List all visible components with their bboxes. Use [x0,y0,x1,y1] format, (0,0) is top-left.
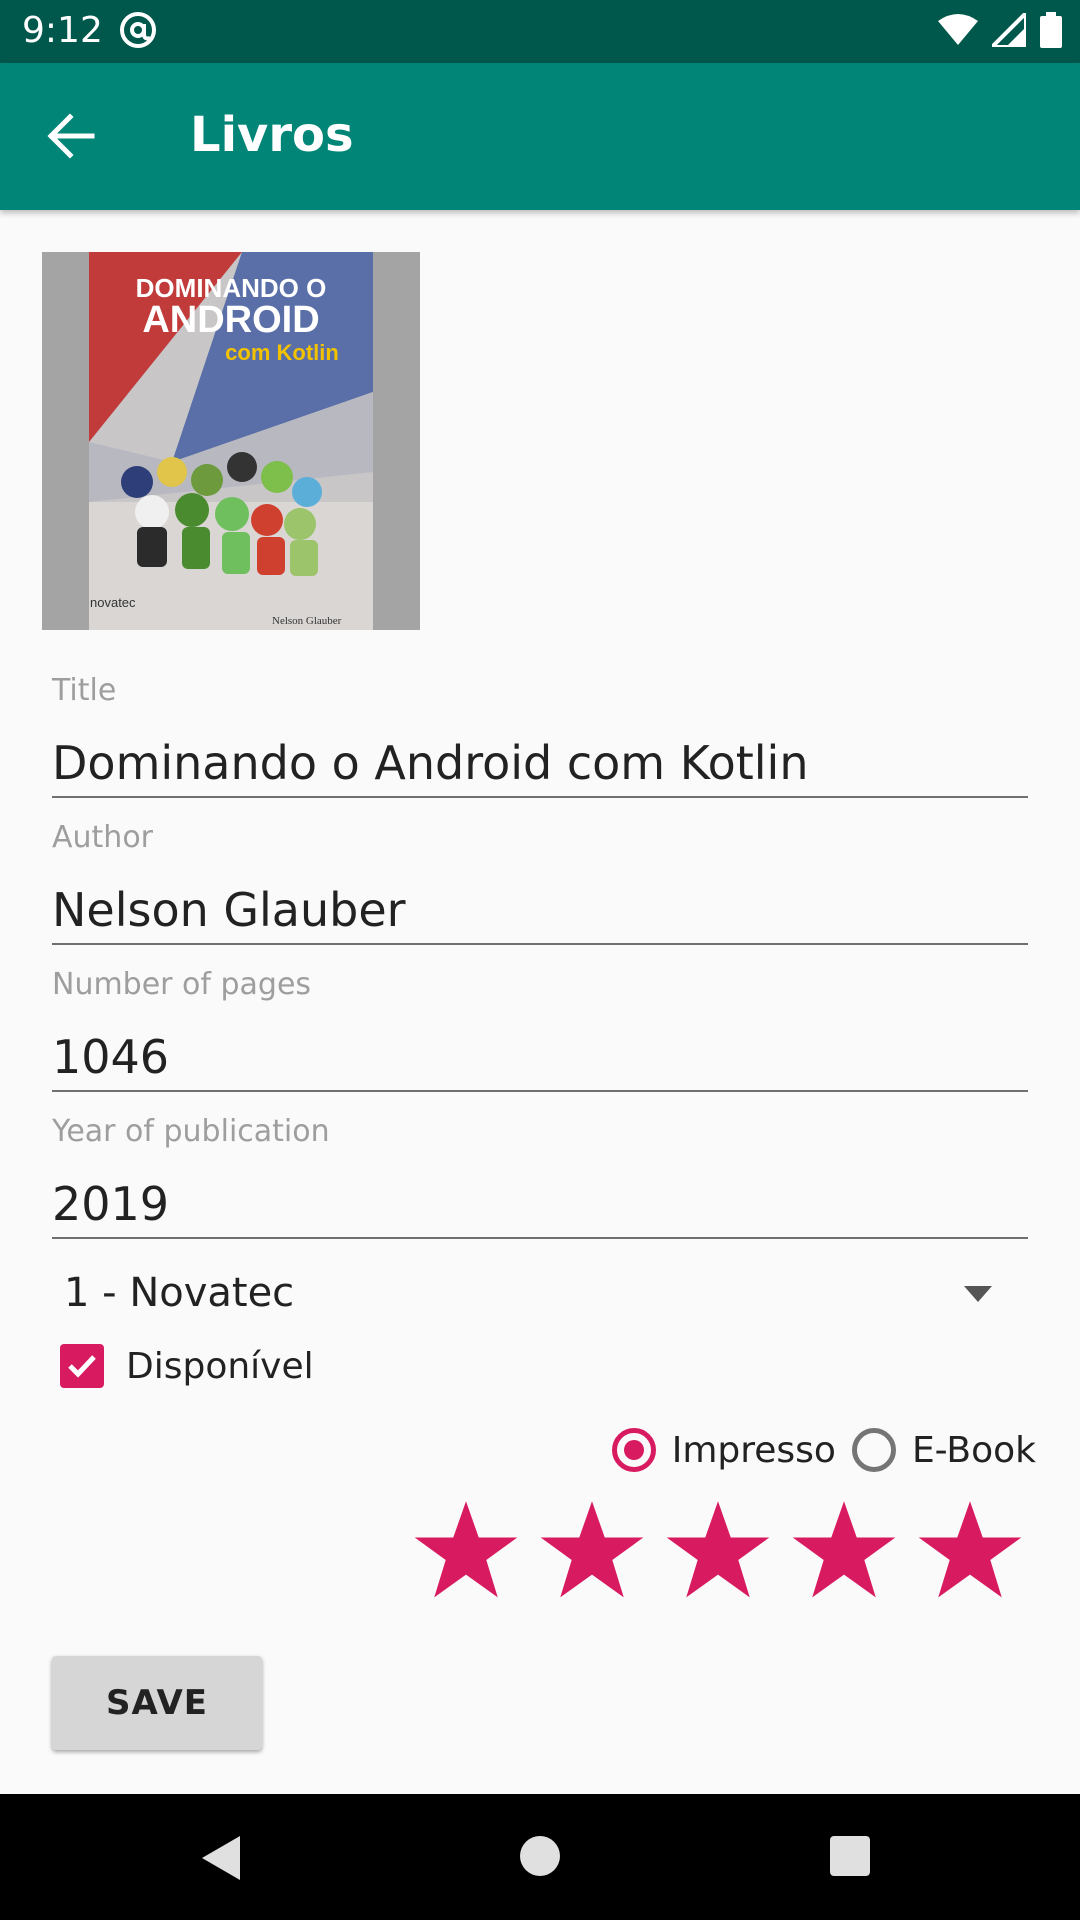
save-button[interactable]: SAVE [52,1656,262,1750]
pages-label: Number of pages [52,967,312,1002]
pages-field[interactable]: Number of pages 1046 [52,966,1028,1092]
status-bar: 9:12 [0,0,1080,63]
nav-home-icon[interactable] [520,1836,560,1876]
cover-title-line3: com Kotlin [225,340,339,365]
publisher-spinner[interactable]: 1 - Novatec [52,1262,1028,1326]
at-sign-icon [118,10,158,50]
star-icon[interactable] [790,1498,898,1606]
format-radio-group: Impresso E-Book [611,1420,1036,1480]
dropdown-arrow-icon [964,1286,992,1302]
radio-unchecked-icon [851,1428,896,1472]
cover-title-line2: ANDROID [142,299,319,341]
available-checkbox[interactable]: Disponível [60,1338,314,1394]
back-button[interactable] [38,103,104,169]
app-bar: Livros [0,63,1080,210]
rating-bar[interactable] [412,1498,1024,1606]
nav-recents-icon[interactable] [830,1836,870,1876]
year-input[interactable]: 2019 [52,1171,1028,1239]
book-cover-image[interactable]: DOMINANDO O ANDROID com Kotlin novatec N… [42,252,420,630]
star-icon[interactable] [916,1498,1024,1606]
app-title: Livros [190,107,354,163]
available-label: Disponível [126,1345,314,1387]
publisher-selected: 1 - Novatec [64,1270,295,1316]
author-label: Author [52,820,154,855]
system-nav-bar [0,1794,1080,1920]
battery-icon [1040,12,1062,52]
radio-impresso[interactable]: Impresso [611,1428,852,1472]
wifi-icon [938,13,978,51]
author-field[interactable]: Author Nelson Glauber [52,819,1028,945]
cover-publisher: novatec [90,595,136,610]
author-input[interactable]: Nelson Glauber [52,877,1028,945]
nav-back-icon[interactable] [200,1834,244,1882]
star-icon[interactable] [412,1498,520,1606]
cover-author: Nelson Glauber [272,615,342,627]
title-field[interactable]: Title Dominando o Android com Kotlin [52,672,1028,798]
status-time: 9:12 [22,10,103,51]
star-icon[interactable] [538,1498,646,1606]
pages-input[interactable]: 1046 [52,1024,1028,1092]
title-label: Title [52,673,117,708]
title-input[interactable]: Dominando o Android com Kotlin [52,730,1028,798]
star-icon[interactable] [664,1498,772,1606]
radio-checked-icon [611,1428,656,1472]
checkbox-checked-icon [60,1344,104,1388]
year-field[interactable]: Year of publication 2019 [52,1113,1028,1239]
arrow-back-icon [47,113,95,159]
cell-signal-icon [987,8,1028,51]
radio-impresso-label: Impresso [671,1429,836,1471]
radio-ebook[interactable]: E-Book [851,1428,1036,1472]
year-label: Year of publication [52,1114,330,1149]
radio-ebook-label: E-Book [911,1429,1036,1471]
